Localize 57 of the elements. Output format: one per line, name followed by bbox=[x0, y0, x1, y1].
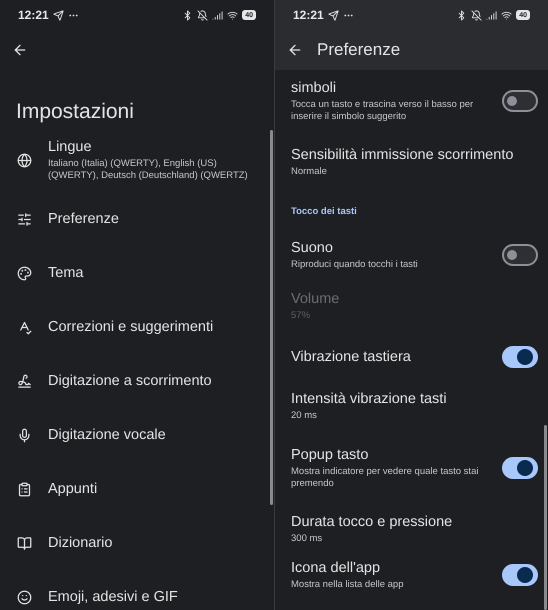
wifi-icon bbox=[227, 10, 238, 20]
sliders-icon bbox=[17, 212, 32, 226]
back-icon[interactable] bbox=[287, 42, 303, 58]
clipboard-icon bbox=[17, 482, 32, 496]
palette-icon bbox=[17, 266, 32, 280]
section-header: Tocco dei tasti bbox=[291, 206, 357, 216]
setting-subtitle: Mostra nella lista delle app bbox=[291, 579, 404, 591]
toggle-switch[interactable] bbox=[502, 457, 538, 479]
menu-item-title[interactable]: Dizionario bbox=[48, 534, 112, 552]
setting-subtitle: 20 ms bbox=[291, 410, 318, 422]
setting-title[interactable]: Suono bbox=[291, 239, 418, 257]
setting-title[interactable]: Popup tasto bbox=[291, 446, 490, 464]
menu-item-title[interactable]: Preferenze bbox=[48, 210, 119, 228]
menu-item-subtitle: Italiano (Italia) (QWERTY), English (US) (QWERTY), Deutsch (Deutschland) (QWERTZ) bbox=[48, 158, 249, 182]
toggle-switch[interactable] bbox=[502, 564, 538, 586]
menu-item-title[interactable]: Lingue bbox=[48, 138, 264, 156]
setting-subtitle: Riproduci quando tocchi i tasti bbox=[291, 259, 418, 271]
setting-title[interactable]: Durata tocco e pressione bbox=[291, 513, 452, 531]
signal-icon bbox=[212, 10, 224, 20]
signal-icon bbox=[486, 10, 498, 20]
setting-subtitle: 300 ms bbox=[291, 533, 324, 545]
setting-title[interactable]: Intensità vibrazione tasti bbox=[291, 390, 447, 408]
status-time: 12:21 bbox=[293, 8, 324, 22]
bluetooth-icon bbox=[456, 10, 468, 20]
spell-check-icon bbox=[17, 320, 32, 334]
bluetooth-icon bbox=[182, 10, 194, 20]
toggle-switch[interactable] bbox=[502, 244, 538, 266]
menu-item-title[interactable]: Digitazione vocale bbox=[48, 426, 166, 444]
toggle-switch[interactable] bbox=[502, 90, 538, 112]
status-time: 12:21 bbox=[18, 8, 49, 22]
book-icon bbox=[17, 536, 32, 550]
setting-subtitle: Tocca un tasto e trascina verso il basso per inserire il simbolo suggerito bbox=[291, 99, 474, 123]
setting-subtitle: Normale bbox=[291, 166, 328, 178]
setting-title[interactable]: Icona dell'app bbox=[291, 559, 404, 577]
setting-subtitle: 57% bbox=[291, 310, 312, 322]
menu-item-title[interactable]: Tema bbox=[48, 264, 84, 282]
smiley-icon bbox=[17, 590, 32, 604]
menu-item-title[interactable]: Correzioni e suggerimenti bbox=[48, 318, 214, 336]
globe-icon bbox=[17, 152, 32, 168]
setting-title[interactable]: Sensibilità immissione scorrimento bbox=[291, 146, 514, 164]
muted-bell-icon bbox=[197, 10, 208, 20]
screen-title: Preferenze bbox=[317, 40, 400, 60]
setting-title[interactable]: simboli bbox=[291, 79, 490, 97]
back-icon[interactable] bbox=[12, 42, 28, 58]
send-icon bbox=[328, 10, 339, 20]
menu-item-title[interactable]: Appunti bbox=[48, 480, 98, 498]
page-title: Impostazioni bbox=[16, 100, 134, 124]
microphone-icon bbox=[17, 428, 32, 442]
menu-item-title[interactable]: Digitazione a scorrimento bbox=[48, 372, 212, 390]
toggle-switch[interactable] bbox=[502, 346, 538, 368]
wifi-icon bbox=[501, 10, 512, 20]
menu-item-title[interactable]: Emoji, adesivi e GIF bbox=[48, 588, 178, 606]
muted-bell-icon bbox=[471, 10, 482, 20]
setting-subtitle: Mostra indicatore per vedere quale tasto stai premendo bbox=[291, 466, 480, 490]
setting-title[interactable]: Vibrazione tastiera bbox=[291, 348, 411, 366]
squiggle-icon bbox=[17, 374, 32, 388]
send-icon bbox=[52, 10, 64, 20]
